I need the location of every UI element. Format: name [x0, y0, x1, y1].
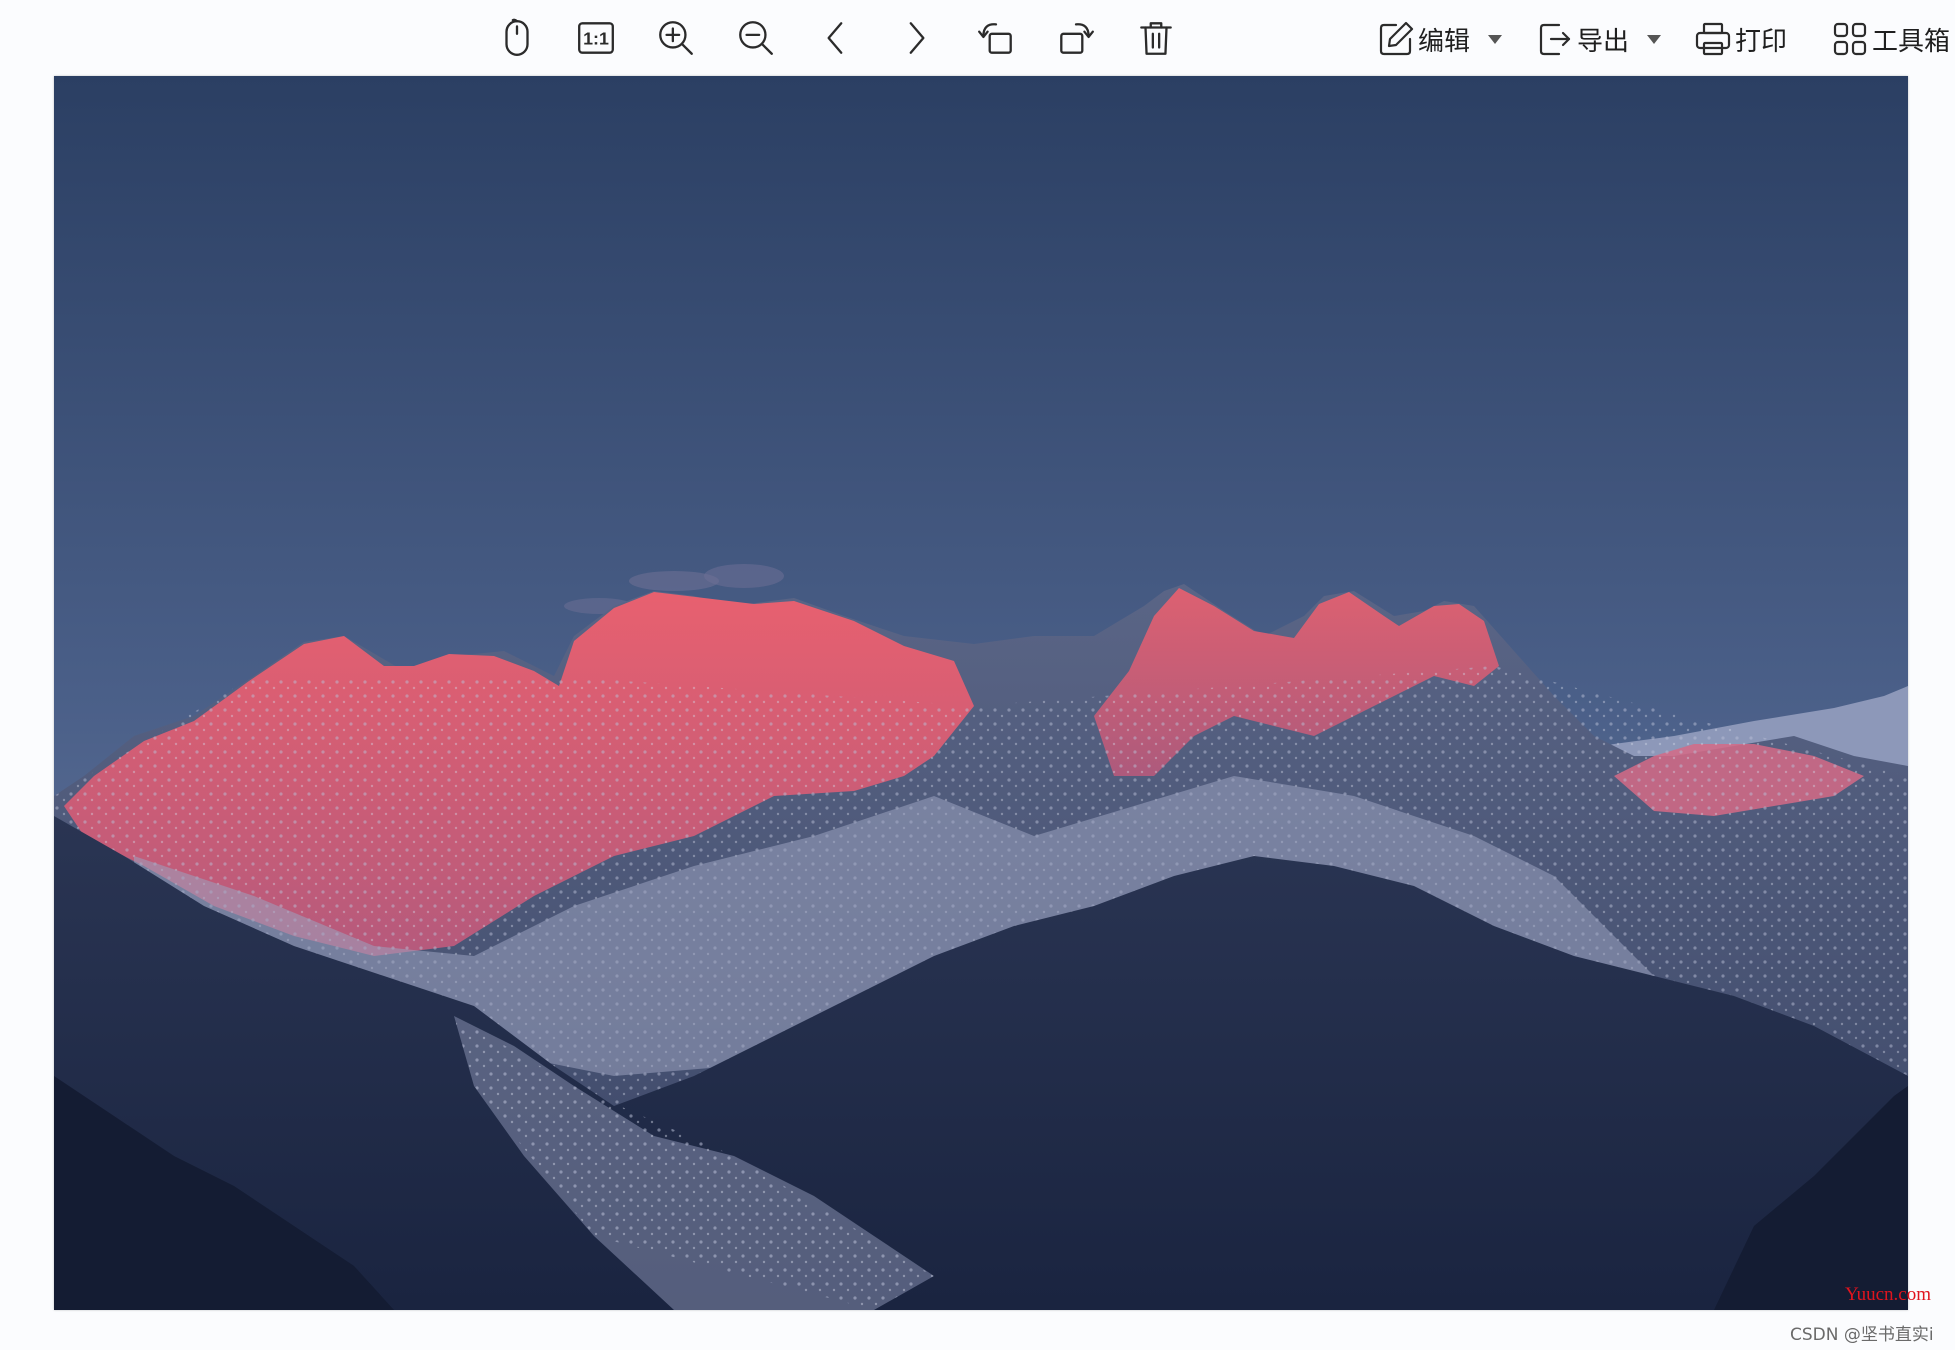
svg-text:1:1: 1:1	[583, 28, 609, 48]
export-label: 导出	[1577, 25, 1630, 56]
image-canvas[interactable]	[54, 76, 1908, 1310]
apps-grid-icon	[1833, 22, 1867, 56]
print-label: 打印	[1735, 25, 1788, 56]
mountain-photo	[54, 76, 1908, 1310]
zoom-out-icon[interactable]	[732, 14, 780, 62]
author-watermark: CSDN @坚书直实i	[1790, 1325, 1934, 1345]
printer-icon	[1695, 22, 1731, 56]
edit-button[interactable]: 编辑	[1376, 18, 1503, 60]
rotate-right-icon[interactable]	[1052, 14, 1100, 62]
mouse-icon[interactable]	[493, 14, 541, 62]
export-icon	[1539, 23, 1571, 56]
next-icon[interactable]	[892, 14, 940, 62]
toolbox-button[interactable]: 工具箱	[1830, 18, 1950, 60]
edit-label: 编辑	[1418, 25, 1471, 56]
viewer-toolbar: 1:1 编辑 导出 打印 工具箱	[0, 0, 1955, 76]
actual-size-icon[interactable]: 1:1	[572, 14, 620, 62]
chevron-down-icon	[1488, 34, 1503, 44]
rotate-left-icon[interactable]	[972, 14, 1020, 62]
chevron-down-icon	[1647, 34, 1662, 44]
toolbox-label: 工具箱	[1872, 25, 1951, 56]
delete-icon[interactable]	[1132, 14, 1180, 62]
zoom-in-icon[interactable]	[652, 14, 700, 62]
print-button[interactable]: 打印	[1693, 18, 1787, 60]
site-watermark: Yuucn.com	[1845, 1284, 1932, 1305]
edit-icon	[1379, 21, 1414, 56]
export-button[interactable]: 导出	[1535, 18, 1662, 60]
previous-icon[interactable]	[812, 14, 860, 62]
